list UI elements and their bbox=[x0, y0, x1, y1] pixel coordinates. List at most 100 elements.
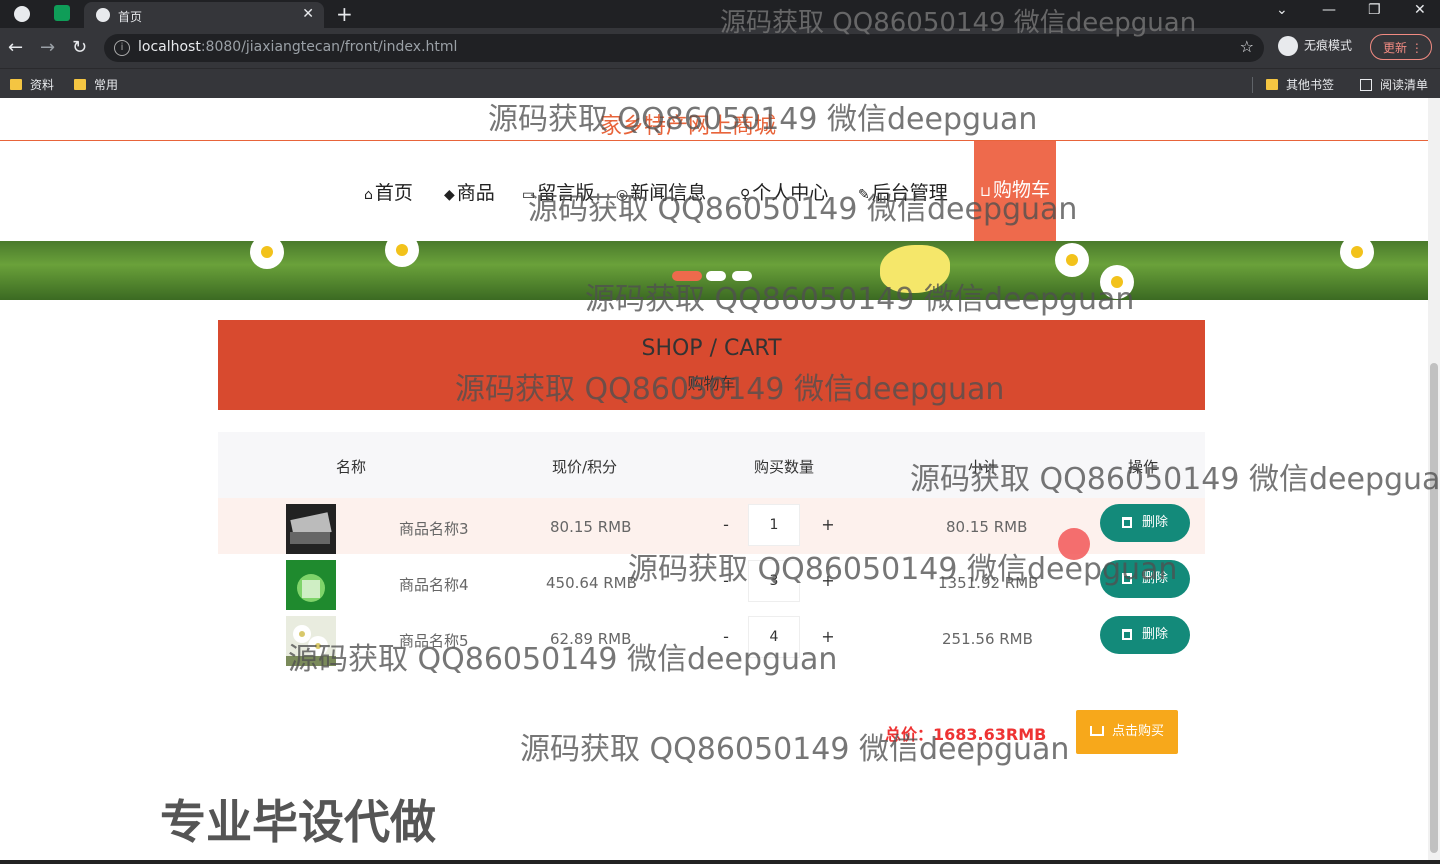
reading-list[interactable]: 阅读清单 bbox=[1360, 76, 1428, 93]
pinned-tab-globe-icon[interactable] bbox=[14, 6, 30, 22]
carousel-dot-active[interactable] bbox=[672, 271, 702, 281]
bookmark-folder-other[interactable]: 其他书签 bbox=[1266, 76, 1334, 93]
pinned-tab-app-icon[interactable] bbox=[54, 5, 70, 21]
back-arrow-icon[interactable]: ← bbox=[8, 37, 23, 58]
minimize-button[interactable]: — bbox=[1322, 2, 1336, 18]
col-subtotal: 小计 bbox=[968, 458, 999, 476]
cart-hero: SHOP / CART 购物车 bbox=[218, 320, 1205, 410]
delete-button[interactable]: 删除 bbox=[1100, 560, 1190, 598]
qty-minus-button[interactable]: - bbox=[704, 560, 748, 602]
product-thumbnail bbox=[286, 504, 336, 554]
address-toolbar: ← → ↻ i localhost:8080/jiaxiangtecan/fro… bbox=[0, 28, 1440, 68]
bookmark-label: 其他书签 bbox=[1286, 78, 1335, 92]
maximize-button[interactable]: ❐ bbox=[1368, 2, 1381, 18]
product-subtotal: 80.15 RMB bbox=[946, 518, 1028, 536]
close-window-button[interactable]: ✕ bbox=[1414, 2, 1426, 18]
table-row: 商品名称4 450.64 RMB - 3 + 1351.92 RMB 删除 bbox=[218, 554, 1205, 610]
bookmark-folder-ziliao[interactable]: 资料 bbox=[10, 76, 54, 93]
message-icon: ▭ bbox=[522, 187, 536, 203]
delete-label: 删除 bbox=[1141, 515, 1168, 530]
carousel-dot[interactable] bbox=[732, 271, 752, 281]
forward-arrow-icon[interactable]: → bbox=[40, 37, 55, 58]
tab-title: 首页 bbox=[118, 10, 143, 24]
quantity-stepper: - 3 + bbox=[704, 560, 850, 602]
qty-plus-button[interactable]: + bbox=[806, 504, 850, 546]
folder-icon bbox=[10, 79, 22, 90]
banner-butterfly bbox=[880, 245, 950, 293]
new-tab-button[interactable]: + bbox=[336, 2, 353, 26]
update-button[interactable]: 更新 ⋮ bbox=[1370, 34, 1432, 60]
nav-label: 后台管理 bbox=[871, 182, 948, 204]
site-info-icon[interactable]: i bbox=[114, 40, 130, 56]
url-input[interactable]: i localhost:8080/jiaxiangtecan/front/ind… bbox=[104, 34, 1264, 62]
banner-flower bbox=[1340, 241, 1374, 269]
qty-input[interactable]: 1 bbox=[748, 504, 800, 546]
url-host: localhost bbox=[138, 39, 201, 55]
taskbar-edge bbox=[0, 860, 1440, 864]
col-price: 现价/积分 bbox=[552, 458, 618, 476]
banner-flower bbox=[250, 241, 284, 269]
site-title: 家乡特产网上商城 bbox=[600, 114, 777, 139]
nav-cart[interactable]: ⊔ 购物车 bbox=[974, 141, 1056, 241]
incognito-indicator[interactable]: 无痕模式 bbox=[1278, 36, 1352, 56]
bookmark-label: 常用 bbox=[94, 78, 119, 92]
url-path: :8080/jiaxiangtecan/front/index.html bbox=[200, 39, 458, 55]
mouse-cursor-highlight bbox=[1058, 528, 1090, 560]
folder-icon bbox=[1266, 79, 1278, 90]
nav-label: 留言版 bbox=[537, 182, 595, 204]
carousel-dot[interactable] bbox=[706, 271, 726, 281]
globe-icon bbox=[96, 8, 110, 22]
total-value: 1683.63RMB bbox=[933, 725, 1047, 744]
nav-home[interactable]: ⌂ 首页 bbox=[364, 178, 413, 205]
qty-minus-button[interactable]: - bbox=[704, 616, 748, 658]
nav-label: 购物车 bbox=[992, 179, 1050, 201]
product-name: 商品名称3 bbox=[399, 520, 469, 538]
close-tab-icon[interactable]: ✕ bbox=[302, 6, 314, 22]
bookmark-folder-changyong[interactable]: 常用 bbox=[74, 76, 118, 93]
delete-button[interactable]: 删除 bbox=[1100, 616, 1190, 654]
buy-button[interactable]: 点击购买 bbox=[1076, 710, 1178, 754]
cart-heading-en: SHOP / CART bbox=[641, 336, 782, 361]
banner-carousel bbox=[0, 241, 1428, 300]
product-name: 商品名称5 bbox=[399, 632, 469, 650]
bookmark-label: 阅读清单 bbox=[1380, 78, 1429, 92]
reload-icon[interactable]: ↻ bbox=[72, 37, 87, 58]
total-label: 总价： bbox=[885, 725, 934, 744]
bookmark-label: 资料 bbox=[30, 78, 55, 92]
buy-label: 点击购买 bbox=[1111, 724, 1164, 739]
active-tab[interactable]: 首页 ✕ bbox=[84, 2, 324, 28]
nav-label: 新闻信息 bbox=[630, 182, 707, 204]
user-icon: ♀ bbox=[740, 187, 751, 203]
trash-icon bbox=[1121, 573, 1132, 584]
nav-profile[interactable]: ♀ 个人中心 bbox=[740, 178, 828, 205]
tab-search-icon[interactable]: ⌄ bbox=[1276, 2, 1288, 18]
product-price: 450.64 RMB bbox=[546, 574, 637, 592]
delete-label: 删除 bbox=[1141, 627, 1168, 642]
reading-list-icon bbox=[1360, 79, 1372, 91]
nav-label: 首页 bbox=[374, 182, 413, 204]
bookmarks-bar: 资料 常用 其他书签 阅读清单 bbox=[0, 68, 1440, 99]
qty-plus-button[interactable]: + bbox=[806, 560, 850, 602]
nav-products[interactable]: ◆ 商品 bbox=[444, 178, 495, 205]
qty-plus-button[interactable]: + bbox=[806, 616, 850, 658]
delete-button[interactable]: 删除 bbox=[1100, 504, 1190, 542]
cart-heading-cn: 购物车 bbox=[687, 374, 736, 393]
product-subtotal: 1351.92 RMB bbox=[938, 574, 1039, 592]
qty-input[interactable]: 4 bbox=[748, 616, 800, 658]
incognito-icon bbox=[1278, 36, 1298, 56]
col-actions: 操作 bbox=[1128, 458, 1159, 476]
link-icon: ✎ bbox=[858, 187, 870, 203]
qty-minus-button[interactable]: - bbox=[704, 504, 748, 546]
nav-messages[interactable]: ▭ 留言版 bbox=[522, 178, 594, 205]
nav-admin[interactable]: ✎ 后台管理 bbox=[858, 178, 948, 205]
banner-flower bbox=[1055, 243, 1089, 277]
nav-label: 商品 bbox=[456, 182, 495, 204]
nav-news[interactable]: ◎ 新闻信息 bbox=[616, 178, 706, 205]
nav-label: 个人中心 bbox=[752, 182, 829, 204]
bookmark-star-icon[interactable]: ☆ bbox=[1240, 37, 1254, 56]
qty-input[interactable]: 3 bbox=[748, 560, 800, 602]
scrollbar-thumb[interactable] bbox=[1430, 363, 1438, 853]
page-scrollbar[interactable] bbox=[1428, 98, 1440, 864]
home-icon: ⌂ bbox=[364, 187, 373, 203]
cart-icon bbox=[1089, 726, 1104, 736]
